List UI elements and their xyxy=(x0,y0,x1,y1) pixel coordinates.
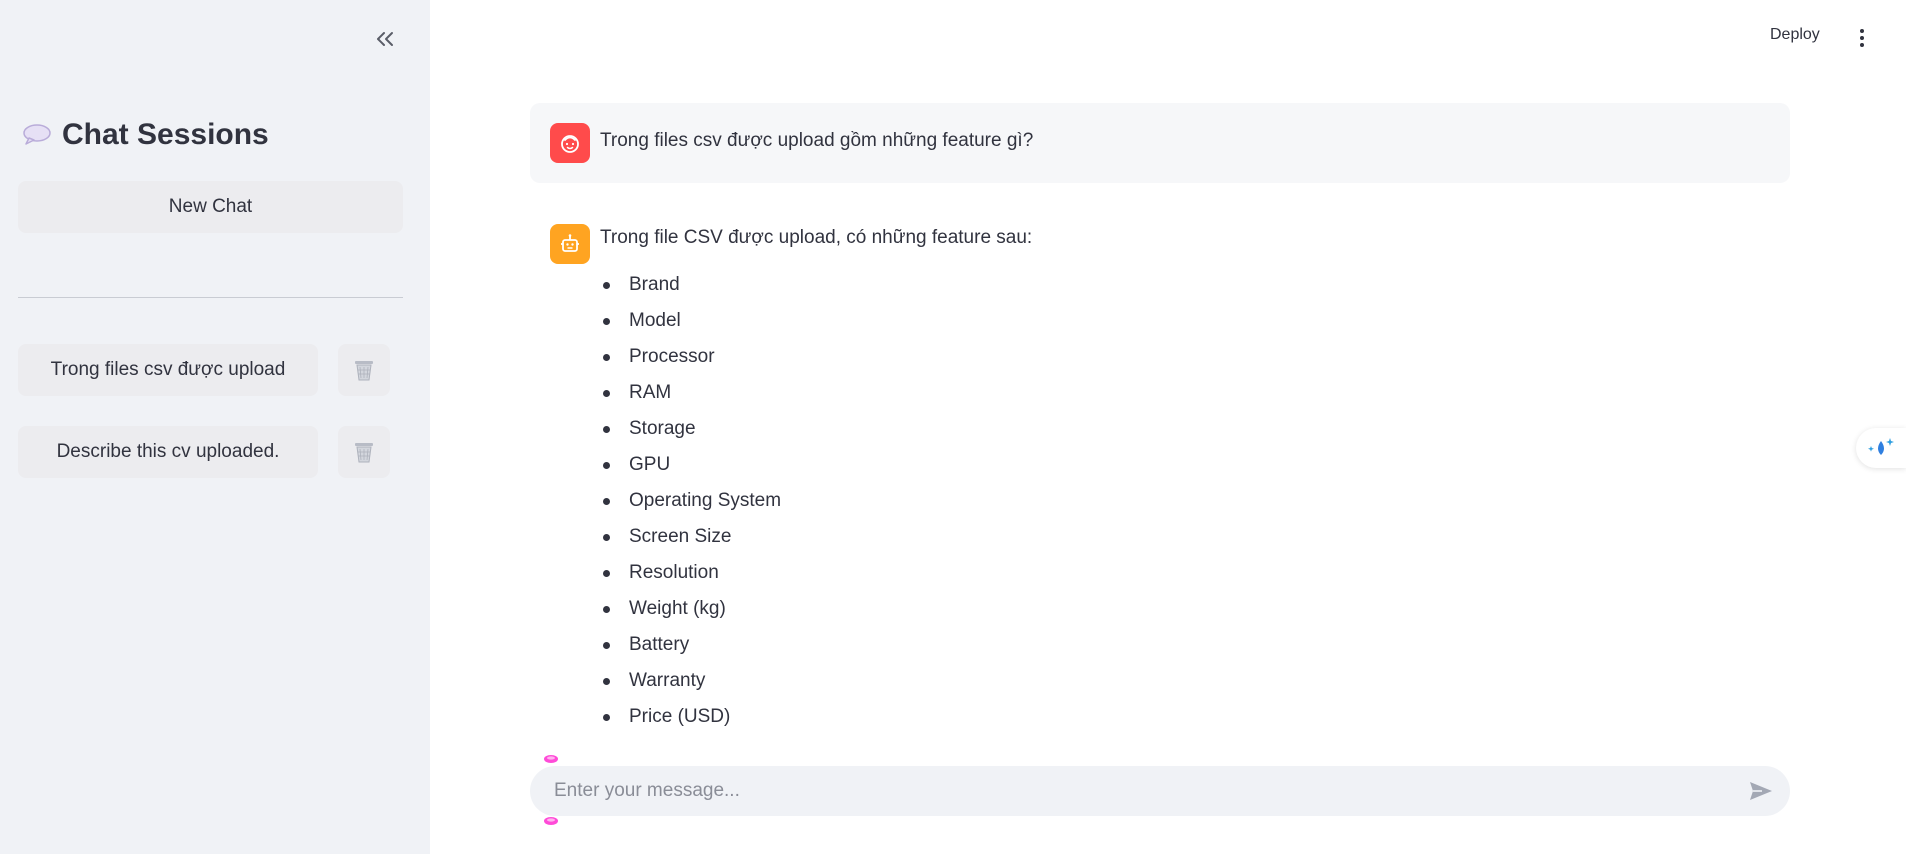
delete-session-button[interactable] xyxy=(338,426,390,478)
feature-list-item: Storage xyxy=(602,417,781,453)
sidebar-title: Chat Sessions xyxy=(22,118,269,152)
collapse-sidebar-button[interactable] xyxy=(368,22,402,56)
floating-assistant-widget[interactable] xyxy=(1856,428,1906,468)
feature-list-item: Battery xyxy=(602,633,781,669)
sidebar: Chat Sessions New Chat Trong files csv đ… xyxy=(0,0,430,854)
drag-handle-top-icon[interactable] xyxy=(543,754,559,764)
delete-session-button[interactable] xyxy=(338,344,390,396)
double-chevron-left-icon xyxy=(377,32,393,46)
user-face-icon xyxy=(561,135,579,153)
feature-list-item: Processor xyxy=(602,345,781,381)
feature-list-item: Warranty xyxy=(602,669,781,705)
user-message: Trong files csv được upload gồm những fe… xyxy=(530,103,1790,183)
assistant-message: Trong file CSV được upload, có những fea… xyxy=(530,205,1790,745)
session-item[interactable]: Describe this cv uploaded. xyxy=(18,426,318,478)
send-icon[interactable] xyxy=(1748,779,1774,803)
kebab-dot xyxy=(1860,29,1864,33)
robot-icon xyxy=(561,234,579,252)
feature-list-item: Screen Size xyxy=(602,525,781,561)
session-row: Describe this cv uploaded. xyxy=(18,426,403,478)
wastebasket-icon xyxy=(355,443,373,463)
session-item[interactable]: Trong files csv được upload xyxy=(18,344,318,396)
assistant-avatar xyxy=(550,224,590,264)
feature-list: Brand Model Processor RAM Storage GPU Op… xyxy=(602,273,781,741)
drag-handle-bottom-icon[interactable] xyxy=(543,816,559,826)
user-message-text: Trong files csv được upload gồm những fe… xyxy=(600,130,1034,151)
feature-list-item: Operating System xyxy=(602,489,781,525)
sidebar-title-text: Chat Sessions xyxy=(62,118,269,151)
chat-input-container xyxy=(530,766,1790,816)
deploy-button[interactable]: Deploy xyxy=(1770,26,1820,44)
main-menu-button[interactable] xyxy=(1852,24,1872,52)
wastebasket-icon xyxy=(355,361,373,381)
kebab-dot xyxy=(1860,43,1864,47)
new-chat-button[interactable]: New Chat xyxy=(18,181,403,233)
feature-list-item: Brand xyxy=(602,273,781,309)
sparkle-drop-icon xyxy=(1868,438,1894,455)
feature-list-item: GPU xyxy=(602,453,781,489)
assistant-intro-text: Trong file CSV được upload, có những fea… xyxy=(600,227,1033,248)
session-row: Trong files csv được upload xyxy=(18,344,403,396)
feature-list-item: Weight (kg) xyxy=(602,597,781,633)
user-avatar xyxy=(550,123,590,163)
speech-balloon-icon xyxy=(23,124,51,145)
feature-list-item: Price (USD) xyxy=(602,705,781,741)
feature-list-item: Model xyxy=(602,309,781,345)
kebab-dot xyxy=(1860,36,1864,40)
chat-message-input[interactable] xyxy=(554,766,1714,816)
sidebar-divider xyxy=(18,297,403,298)
feature-list-item: RAM xyxy=(602,381,781,417)
feature-list-item: Resolution xyxy=(602,561,781,597)
